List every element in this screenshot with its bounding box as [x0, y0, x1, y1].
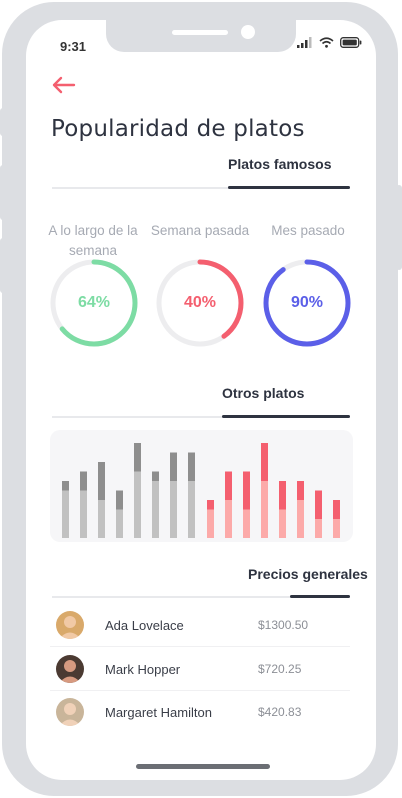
chart-bar-segment — [152, 481, 159, 538]
section-divider-active — [290, 595, 350, 598]
chart-bar-segment — [116, 509, 123, 538]
chart-bar-segment — [207, 509, 214, 538]
home-indicator[interactable] — [136, 764, 270, 769]
section-title-prices: Precios generales — [248, 566, 368, 582]
user-price: $1300.50 — [258, 618, 309, 632]
list-item[interactable]: Margaret Hamilton $420.83 — [50, 690, 350, 734]
chart-bar-segment — [62, 490, 69, 538]
gauge-week: 64% — [49, 258, 139, 348]
signal-icon — [297, 37, 312, 48]
user-avatar-icon — [56, 611, 84, 639]
chart-bar-segment — [297, 481, 304, 500]
wifi-icon — [319, 37, 334, 48]
chart-bar-segment — [170, 452, 177, 481]
section-title-famous: Platos famosos — [228, 156, 332, 172]
section-title-others: Otros platos — [222, 385, 305, 401]
chart-bar-segment — [261, 443, 268, 481]
chart-bar-segment — [134, 443, 141, 472]
power-button — [396, 185, 402, 270]
section-divider-famous — [52, 186, 350, 189]
list-item[interactable]: Mark Hopper $720.25 — [50, 647, 350, 691]
speaker — [172, 30, 228, 35]
chart-bar-segment — [315, 490, 322, 519]
back-button[interactable] — [50, 74, 78, 96]
section-divider-others — [52, 415, 350, 418]
chart-bar-segment — [134, 471, 141, 538]
status-icons — [297, 37, 362, 48]
user-name: Mark Hopper — [105, 662, 181, 677]
chart-bar-segment — [279, 481, 286, 510]
chart-bar-segment — [261, 481, 268, 538]
chart-bar-segment — [62, 481, 69, 491]
chart-bar-segment — [333, 500, 340, 519]
chart-bar-segment — [315, 519, 322, 538]
chart-bar-segment — [225, 500, 232, 538]
user-avatar-icon — [56, 655, 84, 683]
chart-bar-segment — [98, 500, 105, 538]
section-divider-active — [228, 186, 350, 189]
avatar — [56, 611, 84, 639]
screen: 9:31 Popularidad de platos Platos famoso… — [26, 20, 376, 780]
chart-bar-segment — [333, 519, 340, 538]
gauge-value-week: 64% — [77, 294, 111, 311]
gauge-label-last-week: Semana pasada — [150, 223, 250, 238]
chart-bar-segment — [170, 481, 177, 538]
user-price: $420.83 — [258, 705, 302, 719]
avatar — [56, 655, 84, 683]
chart-bar-segment — [188, 481, 195, 538]
gauge-last-week: 40% — [155, 258, 245, 348]
chart-bar-segment — [279, 509, 286, 538]
avatar — [56, 698, 84, 726]
chart-bar-segment — [225, 471, 232, 500]
chart-bar-segment — [243, 509, 250, 538]
volume-up-button — [0, 165, 6, 220]
status-time: 9:31 — [60, 39, 87, 54]
chart-bar-segment — [188, 452, 195, 481]
battery-icon — [340, 37, 362, 48]
gauge-value-last-month: 90% — [290, 294, 324, 311]
chart-bar-segment — [80, 471, 87, 491]
notch — [106, 20, 296, 52]
gauge-label-week: A lo largo de la semana — [48, 223, 138, 256]
list-item[interactable]: Ada Lovelace $1300.50 — [50, 603, 350, 647]
chart-card — [50, 430, 353, 542]
camera — [241, 25, 255, 39]
page-title: Popularidad de platos — [51, 116, 305, 142]
user-name: Margaret Hamilton — [105, 705, 212, 720]
chart-bar-segment — [98, 462, 105, 500]
volume-down-button — [0, 238, 6, 293]
chart-bar-segment — [207, 500, 214, 510]
chart-bar-segment — [297, 500, 304, 538]
mute-switch — [0, 108, 6, 136]
arrow-left-icon — [52, 76, 76, 94]
user-price: $720.25 — [258, 662, 302, 676]
gauge-label-last-month: Mes pasado — [271, 223, 345, 238]
chart-bar-segment — [152, 471, 159, 481]
chart-bar-segment — [116, 490, 123, 510]
section-divider-active — [222, 415, 350, 418]
user-avatar-icon — [56, 698, 84, 726]
section-divider-prices — [52, 595, 350, 598]
user-name: Ada Lovelace — [105, 618, 184, 633]
chart-bar-segment — [80, 490, 87, 538]
gauge-value-last-week: 40% — [183, 294, 217, 311]
gauge-last-month: 90% — [262, 258, 352, 348]
stacked-bar-chart — [62, 443, 340, 538]
chart-bar-segment — [243, 471, 250, 510]
